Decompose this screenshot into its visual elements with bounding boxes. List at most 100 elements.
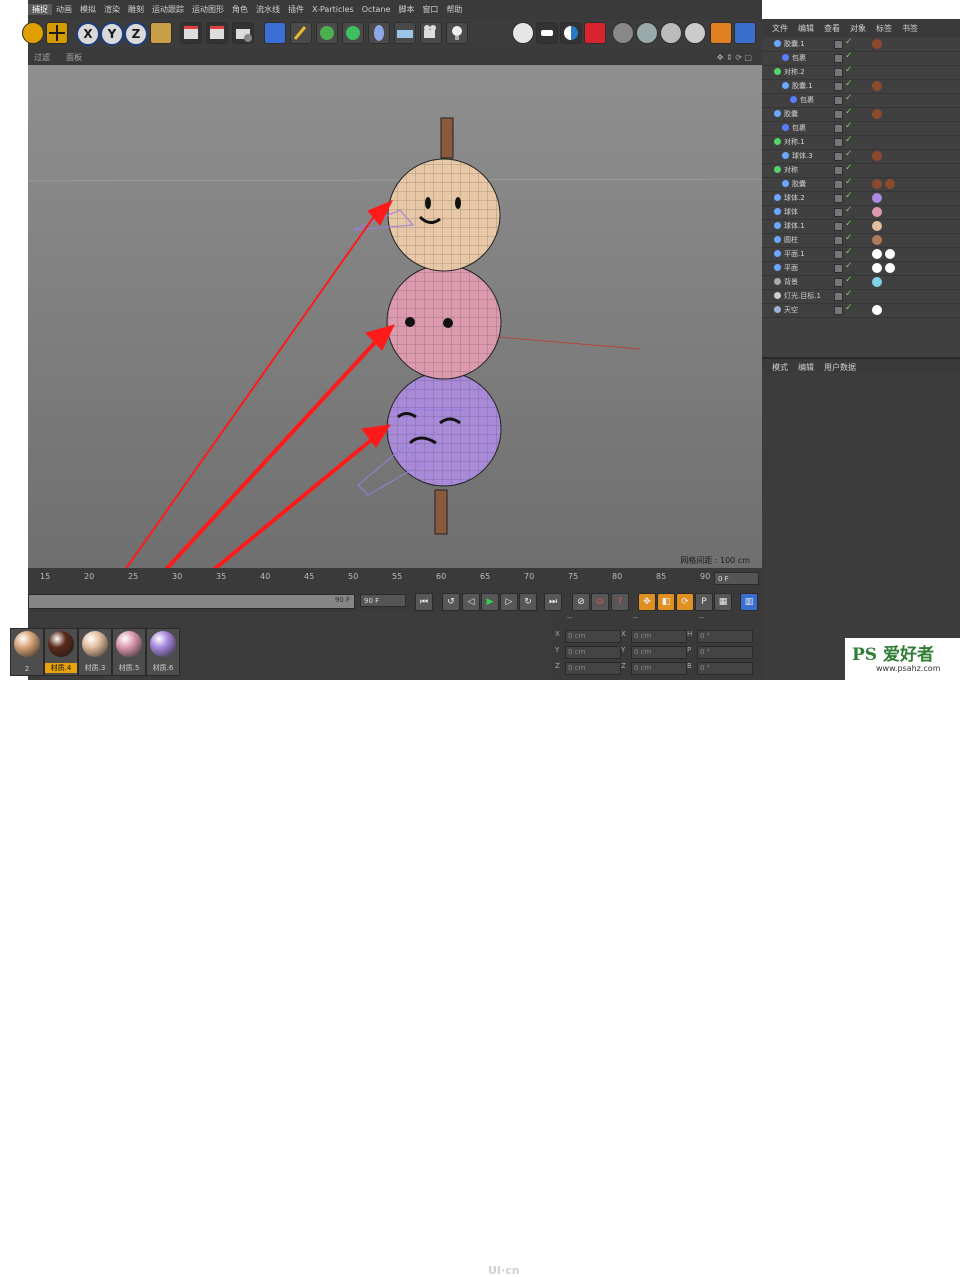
menu-item[interactable]: 角色 bbox=[228, 4, 252, 15]
object-row[interactable]: 对称 ✓ bbox=[762, 163, 960, 178]
material-tag-icon[interactable] bbox=[872, 221, 882, 231]
visibility-toggle-icon[interactable] bbox=[834, 278, 843, 287]
octane-glossy-icon[interactable] bbox=[636, 22, 658, 44]
object-name[interactable]: 球体 bbox=[784, 207, 798, 217]
object-manager-menu-item[interactable]: 标签 bbox=[876, 23, 892, 34]
object-row[interactable]: 背景 ✓ bbox=[762, 275, 960, 290]
menu-item[interactable]: 脚本 bbox=[394, 4, 418, 15]
enabled-check-icon[interactable]: ✓ bbox=[845, 121, 853, 131]
material-swatch[interactable]: 材质.5 bbox=[112, 628, 146, 676]
object-name[interactable]: 背景 bbox=[784, 277, 798, 287]
enabled-check-icon[interactable]: ✓ bbox=[845, 93, 853, 103]
next-frame-icon[interactable]: ▷ bbox=[500, 593, 518, 611]
menu-item[interactable]: 运动图形 bbox=[188, 4, 228, 15]
menu-item[interactable]: 流水线 bbox=[252, 4, 284, 15]
material-tag-icon[interactable] bbox=[872, 179, 882, 189]
object-name[interactable]: 球体.2 bbox=[784, 193, 805, 203]
material-swatch[interactable]: 材质.3 bbox=[78, 628, 112, 676]
coord-value-field[interactable]: 0 ° bbox=[697, 646, 753, 659]
object-name[interactable]: 对称.1 bbox=[784, 137, 805, 147]
enabled-check-icon[interactable]: ✓ bbox=[845, 303, 853, 313]
octane-mix-icon[interactable] bbox=[684, 22, 706, 44]
material-tag-icon[interactable] bbox=[872, 193, 882, 203]
deformer-icon[interactable] bbox=[368, 22, 390, 44]
object-manager-list[interactable]: 胶囊.1 ✓ 包裹 ✓ 对称.2 ✓ 胶囊.1 ✓ 包裹 ✓ 胶囊 ✓ 包裹 ✓ 对称.1 ✓ 球体.3 ✓ 对称 ✓… bbox=[762, 37, 960, 357]
octane-camera-icon[interactable] bbox=[584, 22, 606, 44]
material-tag-icon[interactable] bbox=[872, 263, 882, 273]
enabled-check-icon[interactable]: ✓ bbox=[845, 261, 853, 271]
material-tag-icon[interactable] bbox=[872, 151, 882, 161]
visibility-toggle-icon[interactable] bbox=[834, 40, 843, 49]
octane-contrast-icon[interactable] bbox=[560, 22, 582, 44]
visibility-toggle-icon[interactable] bbox=[834, 152, 843, 161]
object-row[interactable]: 对称.1 ✓ bbox=[762, 135, 960, 150]
object-row[interactable]: 球体.1 ✓ bbox=[762, 219, 960, 234]
viewport-nav-icons[interactable]: ✥ ⇕ ⟳ ▢ bbox=[717, 53, 752, 62]
3d-viewport[interactable]: 网格间距 : 100 cm bbox=[28, 65, 762, 568]
key-rotation-icon[interactable]: ⟳ bbox=[676, 593, 694, 611]
enabled-check-icon[interactable]: ✓ bbox=[845, 135, 853, 145]
object-row[interactable]: 灯光.目标.1 ✓ bbox=[762, 289, 960, 304]
enabled-check-icon[interactable]: ✓ bbox=[845, 205, 853, 215]
menu-item[interactable]: 窗口 bbox=[418, 4, 442, 15]
object-row[interactable]: 胶囊.1 ✓ bbox=[762, 37, 960, 52]
material-tag-icon[interactable] bbox=[872, 81, 882, 91]
enabled-check-icon[interactable]: ✓ bbox=[845, 191, 853, 201]
object-name[interactable]: 胶囊.1 bbox=[792, 81, 813, 91]
material-swatch[interactable]: 材质.6 bbox=[146, 628, 180, 676]
coordinate-system-icon[interactable] bbox=[150, 22, 172, 44]
material-tag-icon[interactable] bbox=[872, 305, 882, 315]
object-name[interactable]: 对称.2 bbox=[784, 67, 805, 77]
object-row[interactable]: 平面 ✓ bbox=[762, 261, 960, 276]
enabled-check-icon[interactable]: ✓ bbox=[845, 37, 853, 47]
material-tag-icon[interactable] bbox=[872, 277, 882, 287]
object-name[interactable]: 圆柱 bbox=[784, 235, 798, 245]
play-icon[interactable]: ▶ bbox=[481, 593, 499, 611]
visibility-toggle-icon[interactable] bbox=[834, 124, 843, 133]
record-icon[interactable]: ⊘ bbox=[572, 593, 590, 611]
material-tag-icon[interactable] bbox=[885, 263, 895, 273]
go-to-start-icon[interactable]: ⏮ bbox=[415, 593, 433, 611]
enabled-check-icon[interactable]: ✓ bbox=[845, 149, 853, 159]
enabled-check-icon[interactable]: ✓ bbox=[845, 275, 853, 285]
object-row[interactable]: 平面.1 ✓ bbox=[762, 247, 960, 262]
object-name[interactable]: 胶囊 bbox=[784, 109, 798, 119]
prev-key-icon[interactable]: ↺ bbox=[442, 593, 460, 611]
coord-value-field[interactable]: 0 cm bbox=[565, 630, 621, 643]
enabled-check-icon[interactable]: ✓ bbox=[845, 233, 853, 243]
light-icon[interactable] bbox=[446, 22, 468, 44]
menu-item[interactable]: 雕刻 bbox=[124, 4, 148, 15]
visibility-toggle-icon[interactable] bbox=[834, 110, 843, 119]
material-tag-icon[interactable] bbox=[872, 249, 882, 259]
octane-scatter-icon[interactable] bbox=[710, 22, 732, 44]
floor-icon[interactable] bbox=[394, 22, 416, 44]
object-name[interactable]: 平面 bbox=[784, 263, 798, 273]
material-tag-icon[interactable] bbox=[872, 235, 882, 245]
cube-icon[interactable] bbox=[264, 22, 286, 44]
menu-item[interactable]: 渲染 bbox=[100, 4, 124, 15]
object-name[interactable]: 包裹 bbox=[792, 123, 806, 133]
viewport-tab-filter[interactable]: 过滤 bbox=[34, 52, 50, 63]
object-row[interactable]: 胶囊.1 ✓ bbox=[762, 79, 960, 94]
material-tag-icon[interactable] bbox=[885, 179, 895, 189]
attribute-menu-item[interactable]: 编辑 bbox=[798, 362, 814, 373]
object-row[interactable]: 天空 ✓ bbox=[762, 303, 960, 318]
enabled-check-icon[interactable]: ✓ bbox=[845, 163, 853, 173]
undo-icon[interactable] bbox=[22, 22, 44, 44]
material-tag-icon[interactable] bbox=[872, 39, 882, 49]
object-row[interactable]: 包裹 ✓ bbox=[762, 121, 960, 136]
visibility-toggle-icon[interactable] bbox=[834, 194, 843, 203]
object-name[interactable]: 胶囊 bbox=[792, 179, 806, 189]
visibility-toggle-icon[interactable] bbox=[834, 250, 843, 259]
octane-material-icon[interactable] bbox=[612, 22, 634, 44]
autokey-icon[interactable]: ⊙ bbox=[591, 593, 609, 611]
viewport-tab-panel[interactable]: 面板 bbox=[66, 52, 82, 63]
object-row[interactable]: 胶囊 ✓ bbox=[762, 107, 960, 122]
enabled-check-icon[interactable]: ✓ bbox=[845, 107, 853, 117]
frame-range-slider[interactable]: 90 F bbox=[28, 594, 355, 609]
visibility-toggle-icon[interactable] bbox=[834, 236, 843, 245]
coord-value-field[interactable]: 0 cm bbox=[565, 662, 621, 675]
coord-value-field[interactable]: 0 cm bbox=[631, 630, 687, 643]
menu-item[interactable]: 模拟 bbox=[76, 4, 100, 15]
object-name[interactable]: 灯光.目标.1 bbox=[784, 291, 821, 301]
